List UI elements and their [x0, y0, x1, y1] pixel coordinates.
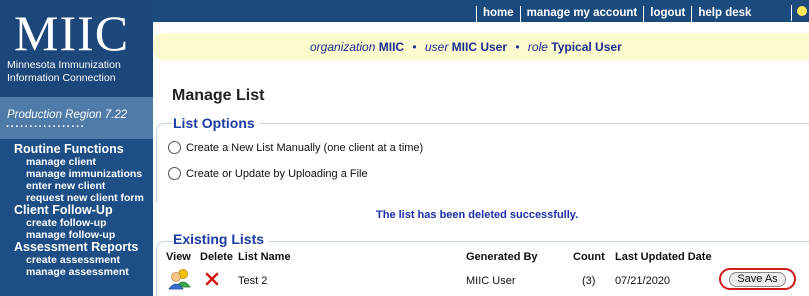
nav-heading-routine-functions: Routine Functions — [14, 142, 124, 156]
delete-x-icon[interactable] — [205, 272, 219, 286]
col-header-last-updated: Last Updated Date — [615, 251, 712, 263]
option-create-manually[interactable]: Create a New List Manually (one client a… — [168, 141, 423, 154]
list-options-section — [156, 123, 809, 203]
nav-item-manage-immunizations[interactable]: manage immunizations — [26, 169, 142, 180]
col-header-generated-by: Generated By — [466, 251, 538, 263]
save-as-button[interactable]: Save As — [729, 272, 786, 287]
miic-logo[interactable]: MIIC Minnesota Immunization Information … — [0, 0, 153, 97]
logo-subtitle: Minnesota Immunization Information Conne… — [7, 59, 121, 85]
generated-by-cell: MIIC User — [466, 275, 516, 287]
nav-item-create-assessment[interactable]: create assessment — [26, 255, 120, 266]
separator: • — [515, 40, 520, 54]
home-link[interactable]: home — [476, 6, 520, 22]
logo-subtitle-line-1: Minnesota Immunization — [7, 59, 121, 71]
sidebar: MIIC Minnesota Immunization Information … — [0, 0, 153, 296]
role-label: role — [527, 40, 548, 54]
last-updated-cell: 07/21/2020 — [615, 275, 671, 287]
list-options-title: List Options — [173, 115, 259, 131]
user-info-strip: organization MIIC • user MIIC User • rol… — [153, 33, 809, 60]
create-manually-radio[interactable] — [168, 141, 181, 154]
col-header-count: Count — [573, 251, 605, 263]
col-header-list-name: List Name — [238, 251, 291, 263]
page-title: Manage List — [172, 87, 265, 104]
region-label: Production Region 7.22 — [7, 109, 128, 121]
count-cell: (3) — [582, 275, 596, 287]
logout-link[interactable]: logout — [643, 6, 691, 22]
save-as-highlight: Save As — [719, 268, 796, 290]
col-header-view: View — [166, 251, 191, 263]
separator: • — [412, 40, 417, 54]
lightbulb-icon[interactable] — [791, 5, 809, 21]
nav-item-manage-assessment[interactable]: manage assessment — [26, 267, 129, 278]
create-manually-label: Create a New List Manually (one client a… — [186, 141, 424, 154]
logo-text: MIIC — [14, 5, 130, 61]
existing-lists-title: Existing Lists — [173, 231, 269, 247]
user-label: user — [424, 40, 449, 54]
organization-label: organization — [310, 40, 376, 54]
people-icon[interactable] — [167, 268, 193, 290]
role-value: Typical User — [551, 40, 622, 54]
upload-file-radio[interactable] — [168, 167, 181, 180]
user-value: MIIC User — [451, 40, 508, 54]
region-divider: ················· — [6, 121, 86, 133]
nav-item-manage-client[interactable]: manage client — [26, 157, 96, 168]
top-nav: home manage my account logout help desk — [476, 6, 757, 22]
help-desk-link[interactable]: help desk — [691, 6, 757, 22]
region-panel: Production Region 7.22 ················· — [0, 97, 153, 139]
organization-value: MIIC — [378, 40, 405, 54]
logo-subtitle-line-2: Information Connection — [7, 72, 116, 84]
top-bar: home manage my account logout help desk — [153, 0, 809, 30]
upload-file-label: Create or Update by Uploading a File — [186, 167, 368, 180]
nav-item-create-follow-up[interactable]: create follow-up — [26, 218, 107, 229]
nav-heading-client-follow-up: Client Follow-Up — [14, 203, 113, 217]
col-header-delete: Delete — [200, 251, 234, 263]
option-upload-file[interactable]: Create or Update by Uploading a File — [168, 167, 368, 180]
list-name-cell[interactable]: Test 2 — [238, 275, 267, 287]
nav-heading-assessment-reports: Assessment Reports — [14, 240, 139, 254]
status-message: The list has been deleted successfully. — [376, 209, 579, 221]
manage-my-account-link[interactable]: manage my account — [519, 6, 644, 22]
nav-item-enter-new-client[interactable]: enter new client — [26, 181, 105, 192]
existing-lists-section — [156, 241, 809, 296]
